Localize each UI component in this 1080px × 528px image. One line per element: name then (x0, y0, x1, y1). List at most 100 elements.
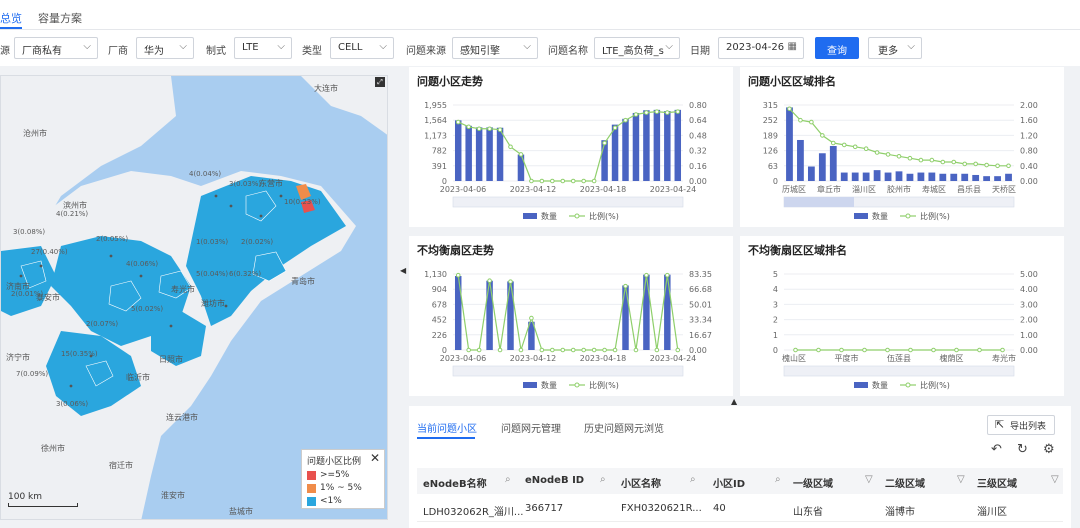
legend-swatch-point (574, 213, 580, 219)
bar (983, 176, 991, 181)
y-tick-label: 0 (773, 346, 778, 355)
tab-history-ne-browse[interactable]: 历史问题网元浏览 (584, 420, 664, 435)
more-button[interactable]: 更多 ⌵ (868, 37, 922, 59)
date-picker[interactable]: 2023-04-26 ▦ (718, 37, 804, 59)
legend-title: 问题小区比例 (307, 457, 362, 467)
svg-text:3(0.06%): 3(0.06%) (56, 400, 88, 408)
y-tick-label: 315 (763, 101, 778, 110)
refresh-icon[interactable]: ↻ (1017, 442, 1028, 457)
ratio-point (907, 155, 913, 161)
svg-text:4(0.04%): 4(0.04%) (189, 170, 221, 178)
export-list-button[interactable]: ⇱ 导出列表 (987, 415, 1055, 435)
svg-text:2(0.07%): 2(0.07%) (86, 320, 118, 328)
ratio-point (908, 347, 913, 353)
legend-label: 数量 (541, 380, 557, 390)
ratio-point (798, 117, 803, 123)
ratio-point (841, 142, 847, 148)
chart-svg: 0 0.00226 16.67452 33.34678 50.01904 66.681,1… (424, 270, 712, 390)
bar (475, 127, 483, 181)
bar (454, 276, 462, 350)
type-value: CELL (338, 42, 363, 53)
search-icon[interactable]: ⌕ (505, 474, 511, 485)
date-value: 2023-04-26 (726, 42, 785, 53)
type-label: 类型 (302, 46, 322, 57)
close-icon[interactable]: ✕ (370, 451, 380, 465)
bar (840, 172, 848, 181)
ratio-point (816, 347, 821, 353)
collapse-up-icon[interactable]: ▲ (731, 397, 737, 406)
x-tick-label: 2023-04-24 (650, 185, 697, 194)
bar (851, 172, 859, 181)
y2-tick-label: 0.32 (689, 147, 707, 156)
query-button[interactable]: 查询 (815, 37, 859, 59)
y-tick-label: 1,955 (424, 101, 447, 110)
chart-panel-problem-trend: 0 0.00 391 0.16 782 0.32 1,173 0.48 1,564 0.64 1,9… (409, 67, 733, 227)
bar (807, 166, 815, 181)
tab-capacity-plan[interactable]: 容量方案 (38, 10, 82, 26)
issue-source-select[interactable]: 感知引擎 ⌵ (452, 37, 538, 59)
scale-label: 100 km (8, 492, 43, 502)
map-place-label: 济南市 (6, 282, 30, 291)
legend-item: >=5% (307, 470, 379, 480)
tab-problem-ne-management[interactable]: 问题网元管理 (501, 420, 561, 435)
ratio-point (973, 161, 978, 167)
issue-name-select[interactable]: LTE_高负荷_s ⌵ (594, 37, 680, 59)
map-place-label: 徐州市 (41, 444, 65, 453)
legend-label: 数量 (872, 380, 888, 390)
ratio-point (560, 347, 566, 353)
svg-text:10(0.23%): 10(0.23%) (284, 198, 321, 206)
chevron-down-icon: ⌵ (83, 41, 91, 52)
chart-svg: 0 0.00 63 0.40 126 0.80 189 1.20 252 1.60 315 2.00 历… (763, 101, 1038, 221)
scale-bar (8, 503, 78, 507)
type-select[interactable]: CELL ⌵ (330, 37, 394, 59)
ratio-point (852, 144, 858, 150)
bar (674, 109, 682, 181)
y-tick-label: 782 (432, 147, 447, 156)
table-row[interactable]: LDH032062R_淄川... 366717 FXH0320621R... 4… (417, 494, 1063, 522)
x-tick-label: 槐荫区 (940, 353, 964, 363)
map-place-label: 临沂市 (126, 373, 150, 382)
filter-icon[interactable]: ▽ (1051, 474, 1059, 485)
search-icon[interactable]: ⌕ (775, 474, 781, 485)
y-tick-label: 126 (763, 147, 778, 156)
map-place-label: 淮安市 (161, 491, 185, 500)
data-zoom-slider (783, 365, 1015, 377)
y2-tick-label: 4.00 (1020, 285, 1038, 294)
calendar-icon: ▦ (787, 41, 797, 52)
legend-item: 1% ~ 5% (307, 483, 379, 493)
bar (486, 127, 493, 181)
standard-select[interactable]: LTE ⌵ (234, 37, 292, 59)
y-tick-label: 452 (432, 316, 447, 325)
ratio-point (675, 347, 681, 353)
filter-icon[interactable]: ▽ (957, 474, 965, 485)
legend-label: >=5% (320, 470, 350, 480)
tab-current-problem-cells[interactable]: 当前问题小区 (417, 420, 477, 435)
expand-icon[interactable]: ⤢ (375, 77, 385, 87)
undo-icon[interactable]: ↶ (991, 442, 1002, 457)
x-tick-label: 淄川区 (852, 184, 876, 194)
ratio-point (862, 347, 867, 353)
collapse-left-icon[interactable]: ◀ (400, 266, 406, 275)
cell-region-3: 淄川区 (977, 507, 1007, 518)
ratio-point (602, 347, 607, 353)
chevron-down-icon: ⌵ (523, 41, 531, 52)
bar (465, 125, 472, 181)
tab-overview[interactable]: 总览 (0, 10, 22, 26)
y2-tick-label: 1.20 (1020, 131, 1038, 140)
ratio-point (874, 150, 880, 155)
chevron-down-icon: ⌵ (907, 41, 915, 52)
search-icon[interactable]: ⌕ (600, 474, 606, 485)
y2-tick-label: 2.00 (1020, 101, 1038, 110)
settings-icon[interactable]: ⚙ (1043, 442, 1055, 457)
cell-region-1: 山东省 (793, 507, 823, 518)
column-header: 二级区域 (885, 479, 925, 490)
y2-tick-label: 0.64 (689, 116, 707, 125)
filter-icon[interactable]: ▽ (865, 474, 873, 485)
y-tick-label: 391 (432, 162, 447, 171)
ratio-point (644, 272, 649, 278)
search-icon[interactable]: ⌕ (690, 474, 696, 485)
vendor-select[interactable]: 华为 ⌵ (136, 37, 194, 59)
ratio-point (497, 127, 503, 133)
bar (454, 120, 462, 181)
source-select[interactable]: 厂商私有 ⌵ (14, 37, 98, 59)
